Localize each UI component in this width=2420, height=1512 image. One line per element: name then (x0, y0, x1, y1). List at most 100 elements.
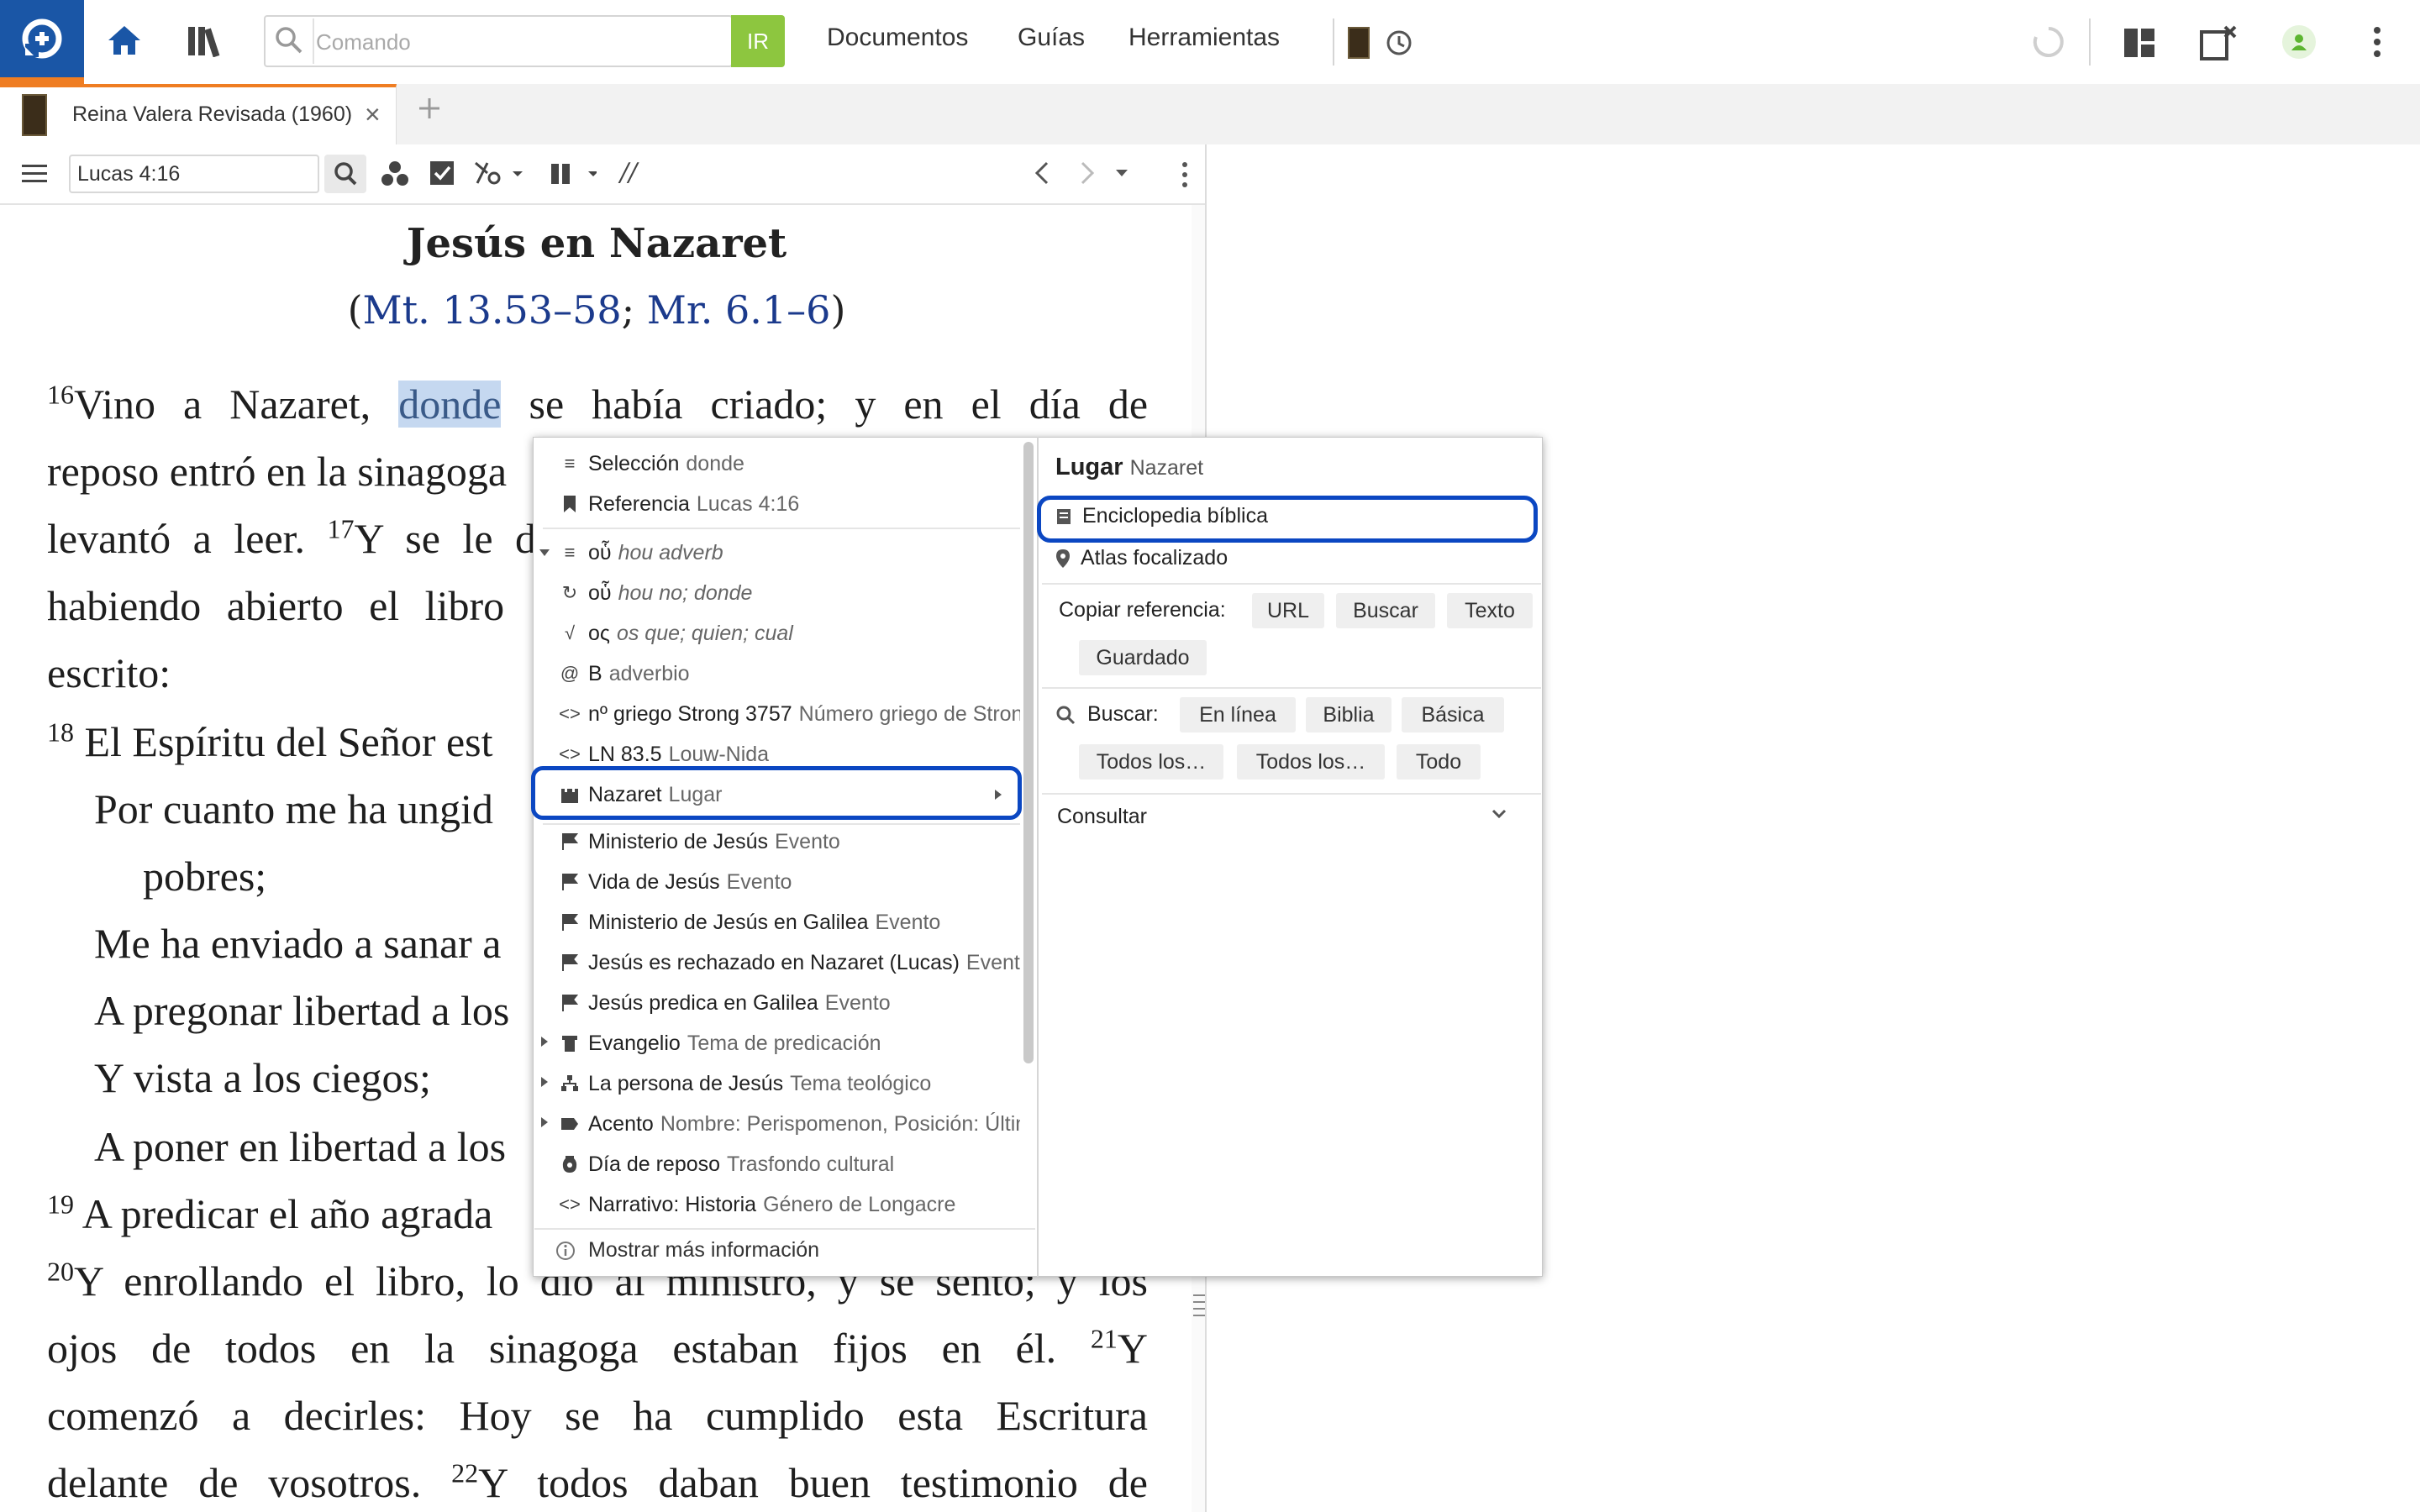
search-all-1-button[interactable]: Todos los… (1079, 744, 1223, 780)
verse-line: pobres; (143, 853, 267, 900)
info-icon (556, 1241, 575, 1260)
menu-item-morphology[interactable]: @ Badverbio (533, 654, 1020, 694)
columns-icon (551, 164, 597, 184)
copy-search-button[interactable]: Buscar (1336, 593, 1435, 628)
verse-number: 19 (47, 1189, 74, 1220)
new-tab-button[interactable] (417, 96, 442, 121)
go-button[interactable]: IR (731, 15, 785, 67)
history-dropdown-button[interactable] (1114, 168, 1129, 178)
verse-line: comenzó a decirles: Hoy se ha cumplido e… (47, 1392, 1148, 1439)
menu-separator (534, 1228, 1035, 1230)
nav-guias[interactable]: Guías (1018, 24, 1085, 52)
show-more-info-button[interactable]: Mostrar más información (555, 1238, 819, 1263)
parallel-references: (Mt. 13.53–58; Mr. 6.1–6) (0, 287, 1193, 333)
copy-saved-button[interactable]: Guardado (1079, 640, 1207, 675)
nav-herramientas[interactable]: Herramientas (1128, 24, 1280, 52)
menu-item-referencia[interactable]: Referencia Lucas 4:16 (533, 484, 1020, 524)
menu-item-theology-theme[interactable]: La persona de Jesús Tema teológico (533, 1063, 1020, 1104)
atlas-link[interactable]: Atlas focalizado (1055, 546, 1228, 570)
search-icon (1056, 706, 1076, 724)
caret-down-icon (1116, 170, 1128, 176)
logos-logo-icon (22, 18, 62, 59)
search-all-2-button[interactable]: Todos los… (1237, 744, 1385, 780)
reference-link-mt[interactable]: Mt. 13.53–58 (363, 287, 622, 333)
reference-input[interactable] (69, 155, 319, 193)
logos-logo-button[interactable] (0, 0, 84, 84)
verse-line: Por cuanto me ha ungid (94, 785, 493, 832)
account-button[interactable] (2282, 25, 2316, 59)
reference-link-mr[interactable]: Mr. 6.1–6 (647, 287, 831, 333)
search-everything-button[interactable]: Todo (1397, 744, 1481, 780)
history-icon (1386, 30, 1412, 55)
menu-item-lemma[interactable]: ≡ oὗ hou adverb (533, 533, 1020, 573)
menu-item-cultural[interactable]: Día de reposo Trasfondo cultural (533, 1144, 1020, 1184)
close-panels-button[interactable] (2200, 25, 2237, 60)
verse-line: escrito: (47, 649, 171, 696)
panel-more-button[interactable] (1180, 161, 1190, 188)
library-button[interactable] (187, 25, 225, 57)
reference-search-button[interactable] (324, 155, 366, 193)
copy-text-button[interactable]: Texto (1447, 593, 1533, 628)
menu-item-event[interactable]: Jesús es rechazado en Nazaret (Lucas) Eve… (533, 942, 1020, 983)
verse-text: ojos de todos en la sinagoga estaban fij… (47, 1325, 1057, 1372)
search-online-button[interactable]: En línea (1180, 697, 1296, 732)
user-icon (2291, 34, 2307, 50)
submenu-separator (1042, 583, 1541, 585)
close-panels-icon (2200, 25, 2237, 60)
parallel-button[interactable] (550, 161, 597, 186)
back-button[interactable] (1032, 160, 1052, 186)
sync-button[interactable] (2032, 25, 2065, 59)
context-menu-scrollbar[interactable] (1023, 442, 1034, 1063)
verse-number: 20 (47, 1256, 74, 1287)
ref-separator: ; (621, 287, 647, 333)
menu-item-preaching-theme[interactable]: Evangelio Tema de predicación (533, 1023, 1020, 1063)
menu-item-strong[interactable]: <> nº griego Strong 3757 Número griego de … (533, 694, 1020, 734)
flag-icon (558, 870, 581, 894)
menu-item-accent[interactable]: Acento Nombre: Perispomenon, Posición: Úl… (533, 1104, 1020, 1144)
verse-line: Y vista a los ciegos; (94, 1054, 431, 1101)
recent-book-icon[interactable] (1348, 27, 1370, 59)
more-menu-button[interactable] (2371, 25, 2383, 59)
top-divider (2089, 18, 2091, 66)
menu-item-genre[interactable]: <> Narrativo: Historia Género de Longacre (533, 1184, 1020, 1225)
menu-item-event[interactable]: Ministerio de Jesús Evento (533, 822, 1020, 862)
checkbox-icon (430, 161, 454, 185)
chevron-right-icon (1081, 161, 1095, 185)
menu-item-root[interactable]: ↻ oὗ hou no; donde (533, 573, 1020, 613)
consult-expand-button[interactable] (1491, 808, 1507, 820)
scroll-marker-icon (1193, 1290, 1205, 1320)
paren-close: ) (830, 287, 846, 333)
tab-close-button[interactable]: × (365, 99, 381, 130)
text-lines-icon: ≡ (564, 453, 576, 474)
search-icon (334, 162, 357, 186)
verse-line: A pregonar libertad a los (94, 987, 510, 1034)
history-button[interactable] (1385, 29, 1413, 57)
verse-text: se había criado; y en el día de (529, 381, 1149, 428)
nav-documentos[interactable]: Documentos (827, 24, 968, 52)
menu-item-event[interactable]: Ministerio de Jesús en Galilea Evento (533, 902, 1020, 942)
context-menu-divider (1037, 437, 1039, 1277)
forward-button[interactable] (1077, 160, 1097, 186)
selected-word[interactable]: donde (398, 381, 502, 428)
layout-icon (2124, 29, 2154, 57)
menu-item-seleccion[interactable]: ≡ Selección donde (533, 444, 1020, 484)
panel-menu-button[interactable] (22, 163, 47, 185)
home-button[interactable] (106, 24, 143, 57)
interlinear-icon (475, 161, 523, 185)
search-label: Buscar: (1055, 702, 1159, 727)
copy-url-button[interactable]: URL (1252, 593, 1324, 628)
menu-item-event[interactable]: Vida de Jesús Evento (533, 862, 1020, 902)
search-basic-button[interactable]: Básica (1402, 697, 1504, 732)
inline-button[interactable] (429, 160, 455, 186)
menu-item-os[interactable]: √ ος os que; quien; cual (533, 613, 1020, 654)
map-pin-icon (1056, 549, 1070, 568)
command-input[interactable] (314, 17, 729, 67)
search-bible-button[interactable]: Biblia (1306, 697, 1392, 732)
layouts-button[interactable] (2123, 27, 2156, 59)
parallel-resources-button[interactable]: // (620, 158, 637, 187)
menu-item-event[interactable]: Jesús predica en Galilea Evento (533, 983, 1020, 1023)
visual-filters-button[interactable] (380, 160, 410, 188)
verse-text: Y todos daban buen testimonio de (478, 1459, 1148, 1506)
interlinear-button[interactable] (474, 160, 524, 188)
consult-label[interactable]: Consultar (1057, 805, 1147, 829)
